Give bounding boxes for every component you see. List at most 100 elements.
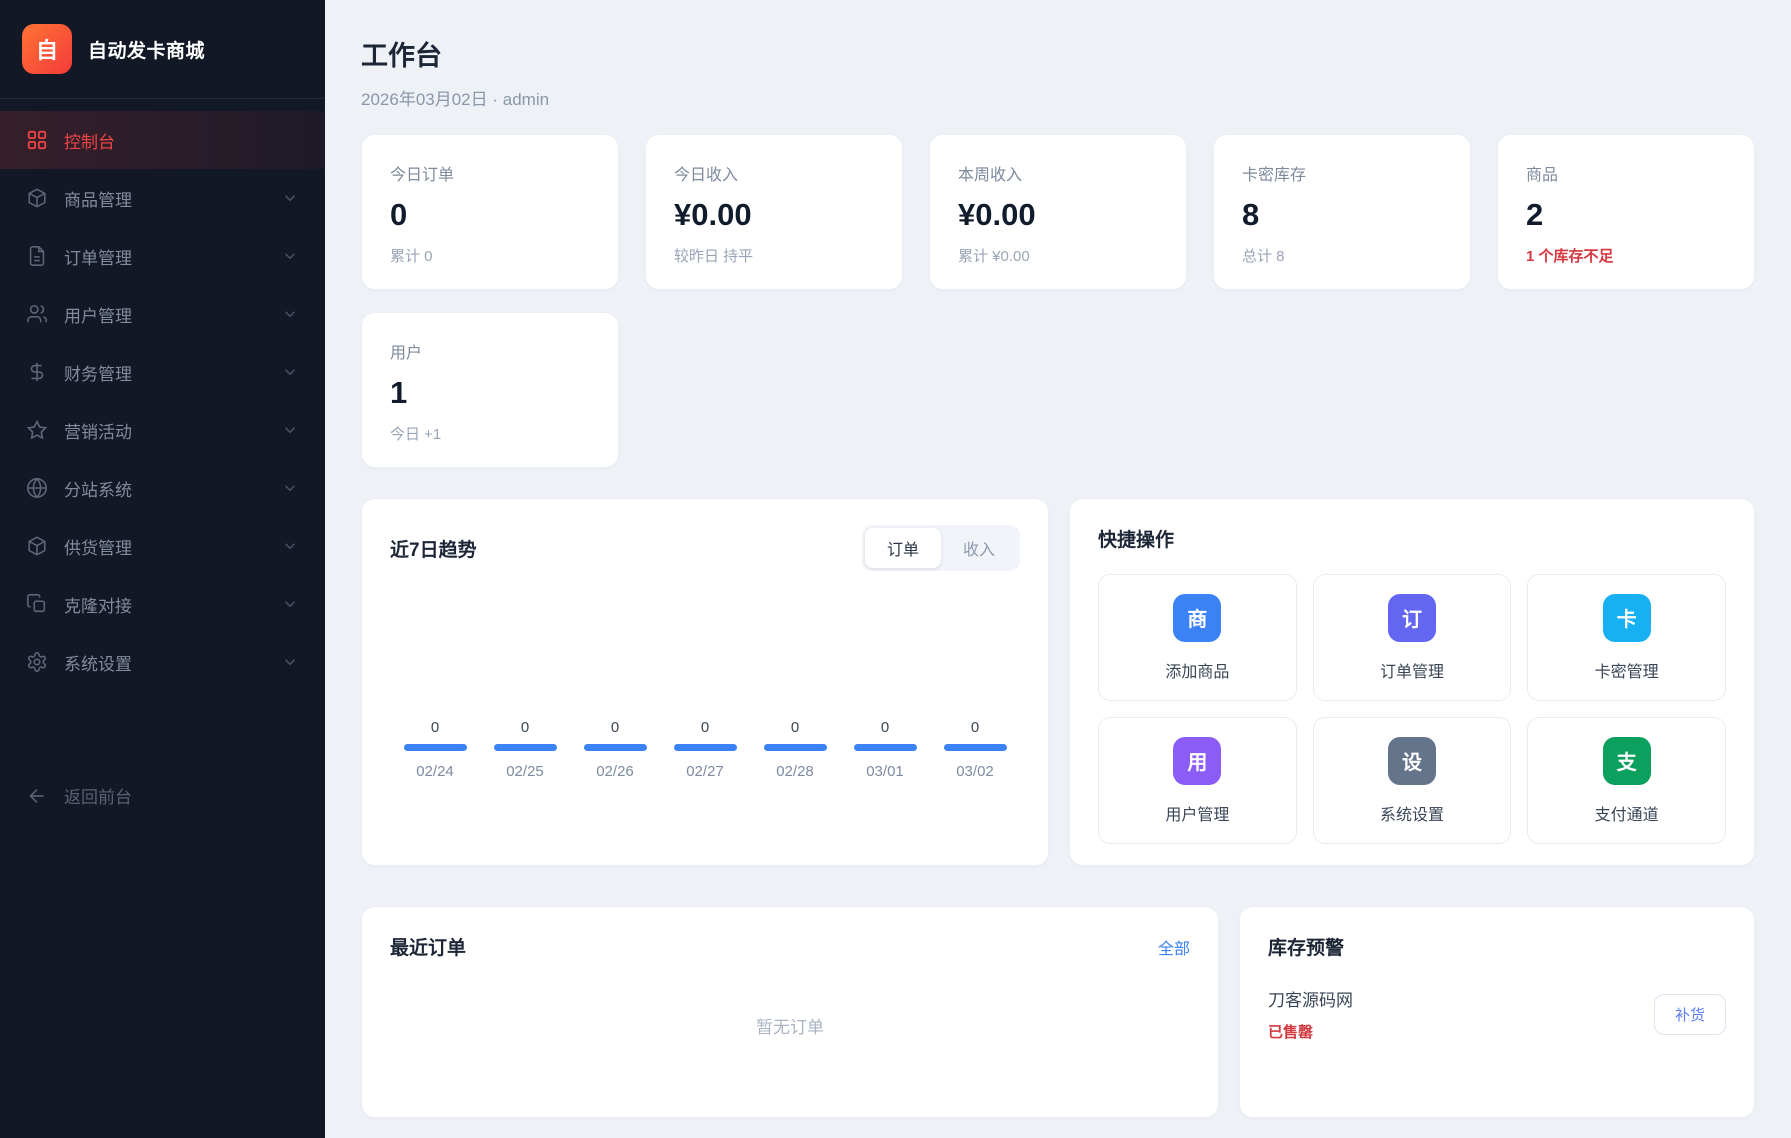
- order-icon: 订: [1388, 594, 1436, 642]
- copy-icon: [26, 593, 48, 615]
- bar: [584, 744, 647, 751]
- bar-value: 0: [971, 719, 979, 736]
- gear-icon: [26, 651, 48, 673]
- bar: [764, 744, 827, 751]
- stat-sub-low-stock-warning: 1 个库存不足: [1526, 245, 1726, 266]
- stat-sub: 今日 +1: [390, 423, 590, 444]
- stat-label: 今日收入: [674, 161, 874, 185]
- bar-date-label: 02/24: [416, 763, 454, 780]
- middle-row: 近7日趋势 订单 收入 0 02/24 0: [361, 498, 1755, 866]
- back-to-frontend-link[interactable]: 返回前台: [0, 759, 325, 808]
- chevron-down-icon: [281, 595, 299, 613]
- sidebar-item-finance[interactable]: 财务管理: [0, 343, 325, 401]
- grid-icon: [26, 129, 48, 151]
- bar-column: 0 02/24: [390, 719, 480, 780]
- stat-card-today-revenue: 今日收入 ¥0.00 较昨日 持平: [645, 134, 903, 290]
- stat-label: 卡密库存: [1242, 161, 1442, 185]
- bar-value: 0: [611, 719, 619, 736]
- quick-action-cards[interactable]: 卡 卡密管理: [1527, 574, 1726, 701]
- recent-orders-card: 最近订单 全部 暂无订单: [361, 906, 1219, 1118]
- sidebar-item-supply[interactable]: 供货管理: [0, 517, 325, 575]
- stat-sub: 累计 ¥0.00: [958, 245, 1158, 266]
- bar-column: 0 02/25: [480, 719, 570, 780]
- users-icon: [26, 303, 48, 325]
- stat-label: 商品: [1526, 161, 1726, 185]
- quick-action-orders[interactable]: 订 订单管理: [1313, 574, 1512, 701]
- stock-alert-card: 库存预警 刀客源码网 已售罄 补货: [1239, 906, 1755, 1118]
- payment-icon: 支: [1603, 737, 1651, 785]
- sidebar-divider: [0, 98, 325, 99]
- bar-value: 0: [791, 719, 799, 736]
- sidebar-item-settings[interactable]: 系统设置: [0, 633, 325, 691]
- file-text-icon: [26, 245, 48, 267]
- sidebar-item-marketing[interactable]: 营销活动: [0, 401, 325, 459]
- stat-card-week-revenue: 本周收入 ¥0.00 累计 ¥0.00: [929, 134, 1187, 290]
- quick-actions-title: 快捷操作: [1098, 525, 1726, 552]
- view-all-link[interactable]: 全部: [1158, 935, 1190, 959]
- stat-value: ¥0.00: [958, 197, 1158, 233]
- sidebar-item-label: 营销活动: [64, 418, 132, 443]
- sidebar-item-dashboard[interactable]: 控制台: [0, 111, 325, 169]
- chevron-down-icon: [281, 421, 299, 439]
- stat-card-products: 商品 2 1 个库存不足: [1497, 134, 1755, 290]
- sidebar-item-substations[interactable]: 分站系统: [0, 459, 325, 517]
- brand-logo-icon: 自: [22, 24, 72, 74]
- stock-alert-item: 刀客源码网 已售罄 补货: [1268, 986, 1726, 1042]
- bar-column: 0 03/01: [840, 719, 930, 780]
- tab-revenue[interactable]: 收入: [941, 528, 1017, 568]
- bar-value: 0: [881, 719, 889, 736]
- stat-card-card-stock: 卡密库存 8 总计 8: [1213, 134, 1471, 290]
- sidebar-item-products[interactable]: 商品管理: [0, 169, 325, 227]
- quick-action-payment[interactable]: 支 支付通道: [1527, 717, 1726, 844]
- package-icon: [26, 187, 48, 209]
- bar-chart: 0 02/24 0 02/25 0 02/26: [390, 719, 1020, 780]
- bar-date-label: 03/02: [956, 763, 994, 780]
- sold-out-badge: 已售罄: [1268, 1021, 1353, 1042]
- empty-orders-message: 暂无订单: [390, 960, 1190, 1091]
- bar-column: 0 02/28: [750, 719, 840, 780]
- trend-tab-switcher: 订单 收入: [862, 525, 1020, 571]
- tab-orders[interactable]: 订单: [865, 528, 941, 568]
- bar-column: 0 03/02: [930, 719, 1020, 780]
- chevron-down-icon: [281, 479, 299, 497]
- restock-button[interactable]: 补货: [1654, 994, 1726, 1035]
- quick-action-label: 添加商品: [1165, 658, 1229, 682]
- quick-action-settings[interactable]: 设 系统设置: [1313, 717, 1512, 844]
- bar-column: 0 02/27: [660, 719, 750, 780]
- sidebar-nav: 控制台 商品管理 订单管理: [0, 111, 325, 745]
- settings-icon: 设: [1388, 737, 1436, 785]
- stat-card-today-orders: 今日订单 0 累计 0: [361, 134, 619, 290]
- sidebar-item-users[interactable]: 用户管理: [0, 285, 325, 343]
- chevron-down-icon: [281, 189, 299, 207]
- quick-action-label: 系统设置: [1380, 801, 1444, 825]
- back-label: 返回前台: [64, 783, 132, 808]
- quick-action-label: 卡密管理: [1595, 658, 1659, 682]
- brand-title: 自动发卡商城: [88, 36, 205, 63]
- quick-action-users[interactable]: 用 用户管理: [1098, 717, 1297, 844]
- trend-title: 近7日趋势: [390, 535, 477, 562]
- stat-value: 8: [1242, 197, 1442, 233]
- bar: [854, 744, 917, 751]
- bar: [944, 744, 1007, 751]
- chevron-down-icon: [281, 305, 299, 323]
- quick-action-label: 订单管理: [1380, 658, 1444, 682]
- chart-plot-area: [390, 571, 1020, 713]
- arrow-left-icon: [26, 785, 48, 807]
- bar-date-label: 02/27: [686, 763, 724, 780]
- bar: [494, 744, 557, 751]
- stock-alert-title: 库存预警: [1268, 933, 1726, 960]
- bar-value: 0: [701, 719, 709, 736]
- sidebar-item-label: 系统设置: [64, 650, 132, 675]
- main-content: 工作台 2026年03月02日 · admin 今日订单 0 累计 0 今日收入…: [325, 0, 1791, 1138]
- stat-sub: 较昨日 持平: [674, 245, 874, 266]
- quick-action-add-product[interactable]: 商 添加商品: [1098, 574, 1297, 701]
- sidebar-item-orders[interactable]: 订单管理: [0, 227, 325, 285]
- chevron-down-icon: [281, 363, 299, 381]
- stat-value: ¥0.00: [674, 197, 874, 233]
- bar: [674, 744, 737, 751]
- stat-label: 本周收入: [958, 161, 1158, 185]
- bar: [404, 744, 467, 751]
- trend-chart-card: 近7日趋势 订单 收入 0 02/24 0: [361, 498, 1049, 866]
- sidebar-item-clone[interactable]: 克隆对接: [0, 575, 325, 633]
- user-icon: 用: [1173, 737, 1221, 785]
